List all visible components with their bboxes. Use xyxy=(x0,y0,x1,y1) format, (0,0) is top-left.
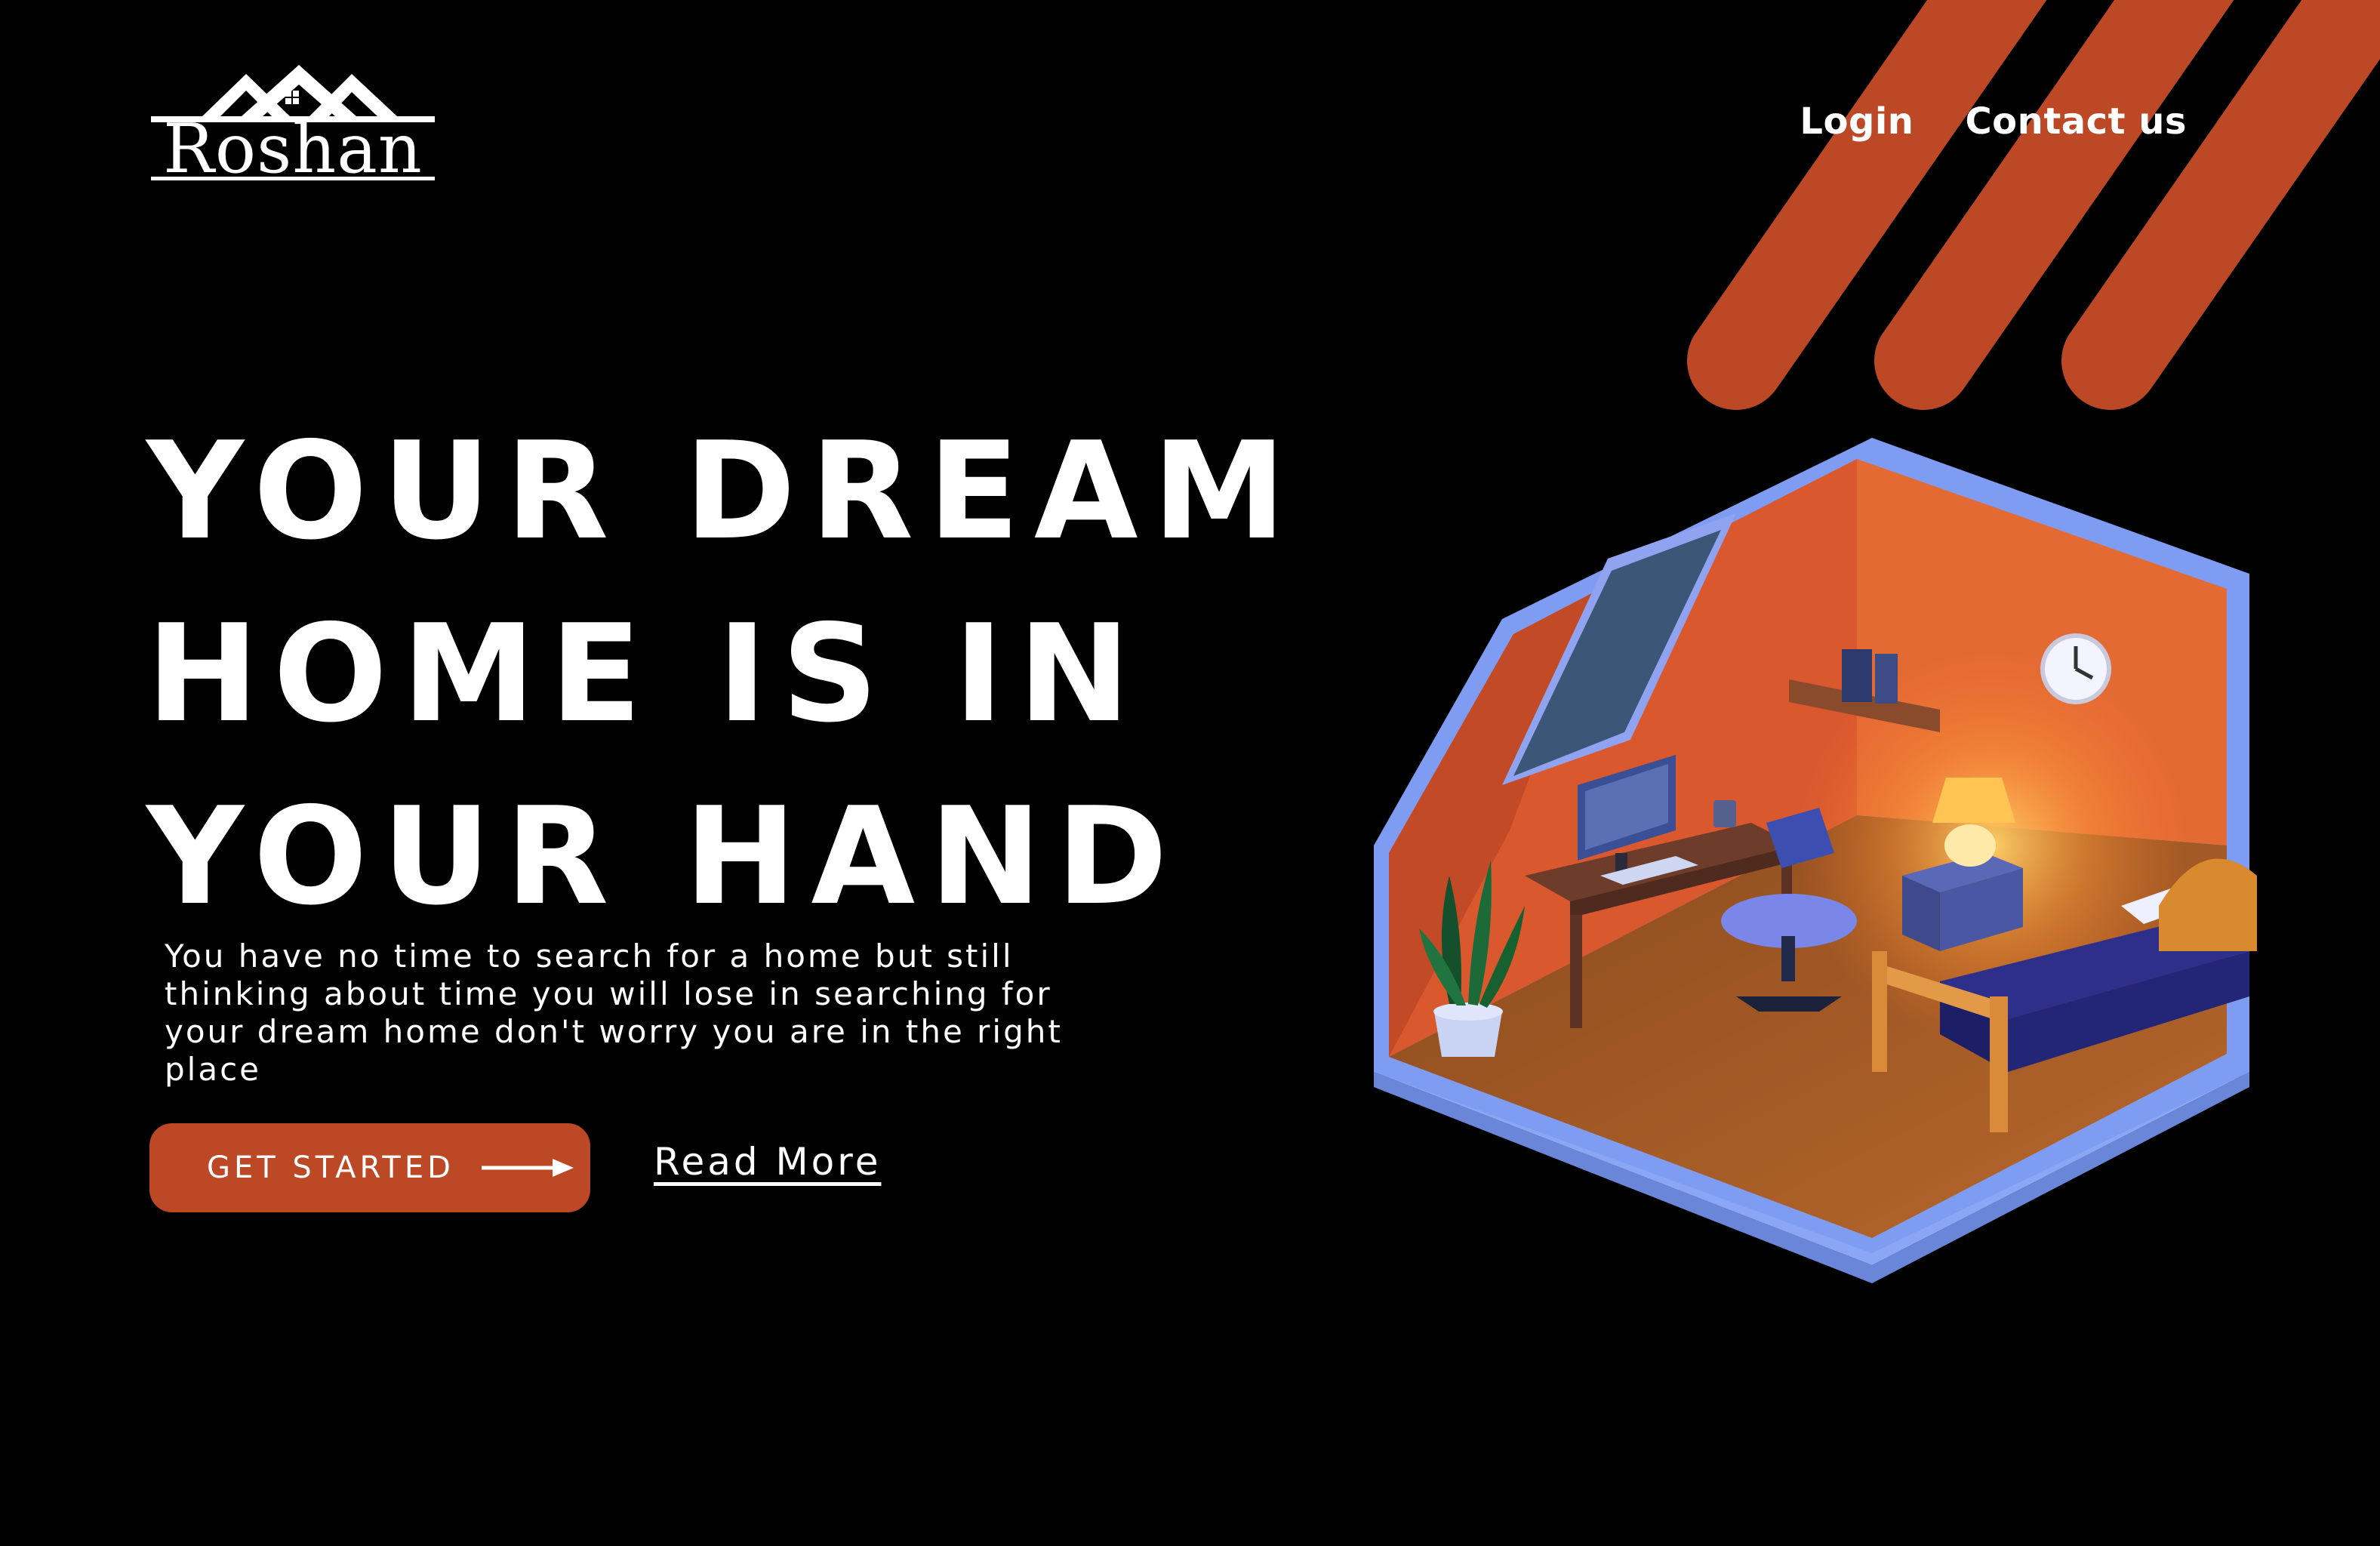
login-link[interactable]: Login xyxy=(1800,95,1914,148)
get-started-label: GET STARTED xyxy=(207,1150,454,1185)
brand-logo[interactable]: Roshan xyxy=(151,63,438,189)
headline-line-1: YOUR DREAM xyxy=(146,413,1301,569)
hero-description: You have no time to search for a home bu… xyxy=(165,938,1063,1088)
logo-underline xyxy=(151,177,435,180)
read-more-link[interactable]: Read More xyxy=(654,1140,881,1184)
arrow-right-icon xyxy=(481,1159,574,1177)
headline-line-2: HOME IS IN xyxy=(146,596,1145,752)
hero-headline: YOUR DREAM HOME IS IN YOUR HAND xyxy=(146,400,1301,948)
top-nav: Login Contact us xyxy=(1800,95,2187,148)
bedroom-illustration xyxy=(1374,438,2257,1283)
contact-us-link[interactable]: Contact us xyxy=(1965,95,2187,148)
headline-line-3: YOUR HAND xyxy=(146,778,1182,935)
brand-name: Roshan xyxy=(163,109,423,189)
get-started-button[interactable]: GET STARTED xyxy=(149,1123,590,1212)
